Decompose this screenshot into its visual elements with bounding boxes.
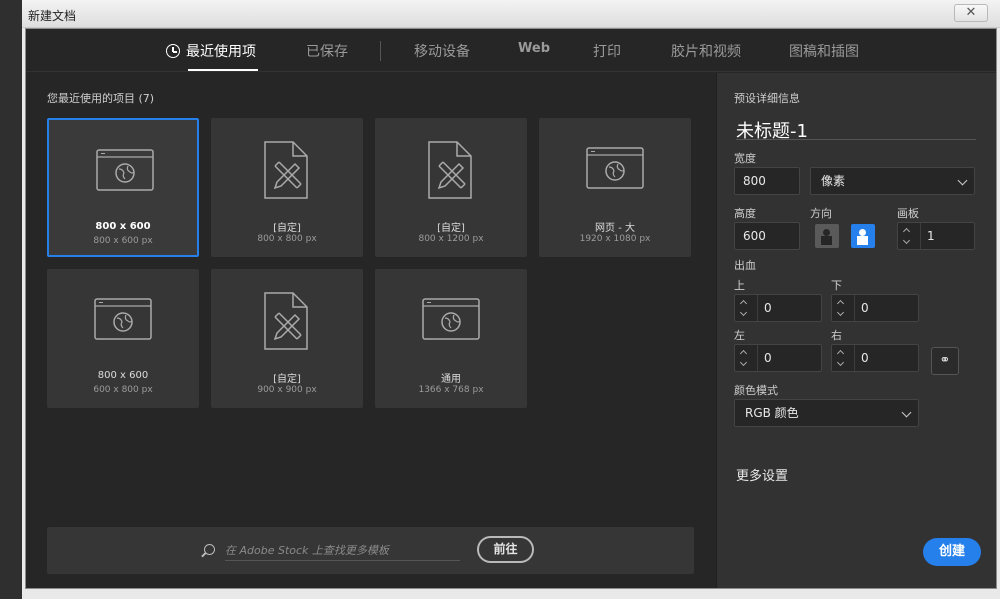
- search-icon: [204, 544, 215, 555]
- bleed-bottom-stepper[interactable]: 0: [831, 294, 919, 322]
- tab-print[interactable]: 打印: [593, 41, 621, 61]
- stepper-arrows-icon[interactable]: [836, 298, 846, 318]
- recent-item-name: 网页 - 大: [595, 223, 635, 234]
- go-button[interactable]: 前往: [477, 536, 534, 563]
- recent-item-dimensions: 1366 x 768 px: [418, 385, 484, 395]
- bleed-top-stepper[interactable]: 0: [734, 294, 822, 322]
- recent-item-dimensions: 600 x 800 px: [93, 385, 153, 395]
- bleed-left-stepper[interactable]: 0: [734, 344, 822, 372]
- recent-item-dimensions: 800 x 600 px: [93, 236, 153, 246]
- chevron-down-icon: [901, 407, 912, 418]
- tab-recent[interactable]: 最近使用项: [166, 41, 256, 61]
- recent-item-card[interactable]: [自定] 800 x 800 px: [211, 118, 363, 257]
- color-mode-select[interactable]: RGB 颜色: [734, 399, 919, 427]
- recent-item-name: 800 x 600: [95, 221, 151, 232]
- tab-divider: [380, 41, 381, 61]
- recent-item-name: 800 x 600: [97, 370, 149, 381]
- recent-item-card[interactable]: [自定] 800 x 1200 px: [375, 118, 527, 257]
- recent-item-card[interactable]: 网页 - 大 1920 x 1080 px: [539, 118, 691, 257]
- background-app-strip: [0, 0, 22, 599]
- tab-saved[interactable]: 已保存: [306, 41, 348, 61]
- recent-item-name: [自定]: [273, 223, 301, 234]
- recent-item-card[interactable]: [自定] 900 x 900 px: [211, 269, 363, 408]
- bleed-right-stepper[interactable]: 0: [831, 344, 919, 372]
- close-icon: ✕: [965, 5, 977, 20]
- link-bleed-button[interactable]: ⚭: [931, 347, 959, 375]
- tab-web[interactable]: Web: [518, 41, 550, 56]
- recent-item-name: 通用: [441, 374, 461, 385]
- link-icon: ⚭: [939, 353, 951, 368]
- tab-recent-label: 最近使用项: [186, 44, 256, 60]
- landscape-orientation-button[interactable]: [851, 224, 875, 248]
- preset-details-panel: 预设详细信息 未标题-1 宽度 800 像素 高度 600 方向 画板 1 出血…: [716, 73, 996, 588]
- recent-item-dimensions: 800 x 800 px: [257, 234, 317, 244]
- active-tab-indicator: [188, 69, 258, 71]
- color-mode-value: RGB 颜色: [745, 406, 799, 420]
- window-title: 新建文档: [28, 9, 77, 23]
- recent-item-name: [自定]: [437, 223, 465, 234]
- stock-search-bar: 前往: [47, 527, 694, 574]
- clock-icon: [166, 44, 180, 58]
- height-label: 高度: [734, 207, 756, 220]
- recent-heading: 您最近使用的项目 (7): [47, 90, 154, 106]
- landscape-icon-body: [857, 236, 868, 245]
- new-document-dialog: 最近使用项 已保存 移动设备 Web 打印 胶片和视频 图稿和插图 您最近使用的…: [25, 28, 997, 589]
- bleed-bottom-label: 下: [831, 279, 842, 292]
- recent-item-dimensions: 1920 x 1080 px: [579, 234, 651, 244]
- width-input[interactable]: 800: [734, 167, 800, 195]
- recent-count: (7): [138, 92, 155, 105]
- artboard-stepper[interactable]: 1: [897, 222, 975, 250]
- unit-value: 像素: [821, 174, 846, 188]
- stepper-arrows-icon[interactable]: [902, 226, 912, 246]
- bleed-left-value: 0: [757, 345, 772, 371]
- tab-film-video[interactable]: 胶片和视频: [671, 41, 741, 61]
- orientation-label: 方向: [810, 207, 832, 220]
- portrait-orientation-button[interactable]: [815, 224, 839, 248]
- portrait-icon-body: [821, 236, 832, 245]
- recent-item-card[interactable]: 800 x 600 600 x 800 px: [47, 269, 199, 408]
- bleed-bottom-value: 0: [854, 295, 869, 321]
- recent-item-card[interactable]: 800 x 600 800 x 600 px: [47, 118, 199, 257]
- unit-select[interactable]: 像素: [810, 167, 975, 195]
- color-mode-label: 颜色模式: [734, 384, 778, 397]
- window-bottom-edge: [22, 589, 1000, 599]
- more-settings-link[interactable]: 更多设置: [736, 465, 788, 484]
- tab-mobile[interactable]: 移动设备: [414, 41, 470, 61]
- bleed-left-label: 左: [734, 329, 745, 342]
- width-label: 宽度: [734, 152, 756, 165]
- stepper-arrows-icon[interactable]: [739, 348, 749, 368]
- category-tabs: 最近使用项 已保存 移动设备 Web 打印 胶片和视频 图稿和插图: [26, 29, 996, 72]
- stock-search-input[interactable]: [225, 541, 460, 561]
- bleed-label: 出血: [734, 259, 756, 272]
- application-window: 新建文档 ✕ 最近使用项 已保存 移动设备 Web 打印 胶片和视频 图稿和插图…: [0, 0, 1000, 599]
- create-button[interactable]: 创建: [923, 538, 981, 566]
- bleed-right-label: 右: [831, 329, 842, 342]
- portrait-icon: [823, 229, 830, 236]
- close-button[interactable]: ✕: [954, 4, 988, 22]
- recent-item-name: [自定]: [273, 374, 301, 385]
- preset-heading: 预设详细信息: [734, 92, 800, 105]
- height-input[interactable]: 600: [734, 222, 800, 250]
- chevron-down-icon: [957, 175, 968, 186]
- recent-items-panel: 您最近使用的项目 (7) 800 x 600 800 x 600 px [自定] 80…: [26, 73, 716, 588]
- stepper-arrows-icon[interactable]: [739, 298, 749, 318]
- stepper-arrows-icon[interactable]: [836, 348, 846, 368]
- bleed-right-value: 0: [854, 345, 869, 371]
- recent-heading-text: 您最近使用的项目: [47, 92, 135, 105]
- artboard-value: 1: [920, 223, 935, 249]
- landscape-icon: [859, 229, 866, 236]
- tab-art-illustration[interactable]: 图稿和插图: [789, 41, 859, 61]
- recent-item-dimensions: 900 x 900 px: [257, 385, 317, 395]
- bleed-top-value: 0: [757, 295, 772, 321]
- bleed-top-label: 上: [734, 279, 745, 292]
- document-name-underline: [736, 139, 976, 140]
- recent-item-dimensions: 800 x 1200 px: [418, 234, 484, 244]
- recent-item-card[interactable]: 通用 1366 x 768 px: [375, 269, 527, 408]
- title-bar: 新建文档 ✕: [22, 0, 1000, 28]
- artboard-label: 画板: [897, 207, 919, 220]
